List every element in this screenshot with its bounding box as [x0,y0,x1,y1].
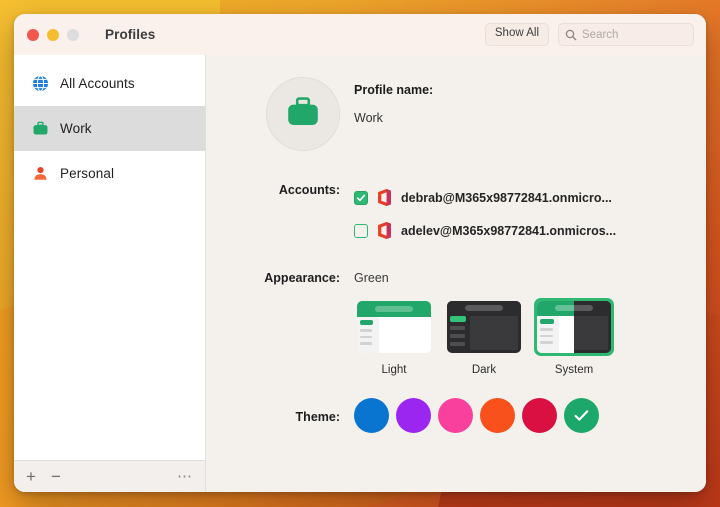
office-icon [377,222,392,239]
preview-frame-selected [534,298,614,356]
toolbar-right-group: Show All Search [484,23,694,46]
office-icon [377,189,392,206]
sidebar-footer-toolbar: + − ⋯ [14,460,205,492]
maximize-window-icon[interactable] [67,28,79,41]
profiles-window: Profiles Show All Search All Accounts Wo… [14,14,706,492]
traffic-light-group [27,28,79,41]
close-window-icon[interactable] [27,28,39,41]
accounts-row: Accounts: debrab@M365x98772841.onmicro..… [206,181,686,247]
detail-pane: Profile name: Work Accounts: debrab@M365… [206,55,706,492]
avatar-wrapper [206,77,354,151]
account-email: debrab@M365x98772841.onmicro... [401,190,612,205]
appearance-option-label: Dark [471,364,497,376]
sidebar-item-label: Personal [60,166,115,181]
briefcase-icon [285,94,321,135]
theme-swatch-orange[interactable] [480,398,515,433]
more-options-button[interactable]: ⋯ [177,469,193,484]
search-placeholder: Search [582,28,619,41]
dark-theme-preview-icon [447,301,521,353]
sidebar: All Accounts Work Personal + − ⋯ [14,55,206,492]
theme-swatch-list [354,398,686,433]
light-theme-preview-icon [357,301,431,353]
appearance-option-label: System [554,364,594,376]
appearance-options: Light Dark System [354,298,686,376]
remove-profile-button[interactable]: − [51,468,61,485]
account-checkbox[interactable] [354,190,368,205]
profile-name-row: Profile name: Work [206,77,686,151]
profile-name-label: Profile name: [354,83,434,97]
appearance-option-dark[interactable]: Dark [444,298,524,376]
accounts-label: Accounts: [278,183,340,197]
accounts-list: debrab@M365x98772841.onmicro... adelev@M… [354,181,686,247]
appearance-value: Green [354,271,389,285]
briefcase-icon [32,120,49,137]
profile-name-block: Profile name: Work [354,77,686,125]
check-icon [572,406,591,425]
theme-swatch-crimson[interactable] [522,398,557,433]
profile-name-value: Work [354,111,383,125]
sidebar-item-all-accounts[interactable]: All Accounts [14,61,205,106]
sidebar-item-label: Work [60,121,92,136]
window-title: Profiles [105,27,156,42]
globe-icon [32,75,49,92]
desktop-wallpaper: Profiles Show All Search All Accounts Wo… [0,0,720,507]
account-list-item: debrab@M365x98772841.onmicro... [354,181,686,214]
account-list-item: adelev@M365x98772841.onmicros... [354,214,686,247]
window-body: All Accounts Work Personal + − ⋯ Profile… [14,55,706,492]
appearance-row: Appearance: Green [206,269,686,285]
theme-swatch-green-selected[interactable] [564,398,599,433]
preview-frame [444,298,524,356]
sidebar-item-label: All Accounts [60,76,135,91]
theme-row: Theme: [206,398,686,433]
search-icon [565,29,577,41]
show-all-button[interactable]: Show All [484,23,549,46]
preview-frame [354,298,434,356]
account-checkbox[interactable] [354,223,368,238]
appearance-option-light[interactable]: Light [354,298,434,376]
appearance-option-label: Light [381,364,407,376]
theme-swatch-blue[interactable] [354,398,389,433]
appearance-option-system[interactable]: System [534,298,614,376]
appearance-label: Appearance: [264,271,340,285]
theme-label: Theme: [295,409,340,424]
search-input[interactable]: Search [558,23,694,46]
theme-swatch-pink[interactable] [438,398,473,433]
system-theme-preview-icon [537,301,611,353]
theme-swatch-purple[interactable] [396,398,431,433]
minimize-window-icon[interactable] [47,28,59,41]
avatar[interactable] [266,77,340,151]
add-profile-button[interactable]: + [26,468,36,485]
sidebar-list: All Accounts Work Personal [14,55,205,460]
sidebar-item-work[interactable]: Work [14,106,205,151]
window-titlebar: Profiles Show All Search [14,14,706,55]
sidebar-item-personal[interactable]: Personal [14,151,205,196]
person-icon [32,165,49,182]
account-email: adelev@M365x98772841.onmicros... [401,223,617,238]
